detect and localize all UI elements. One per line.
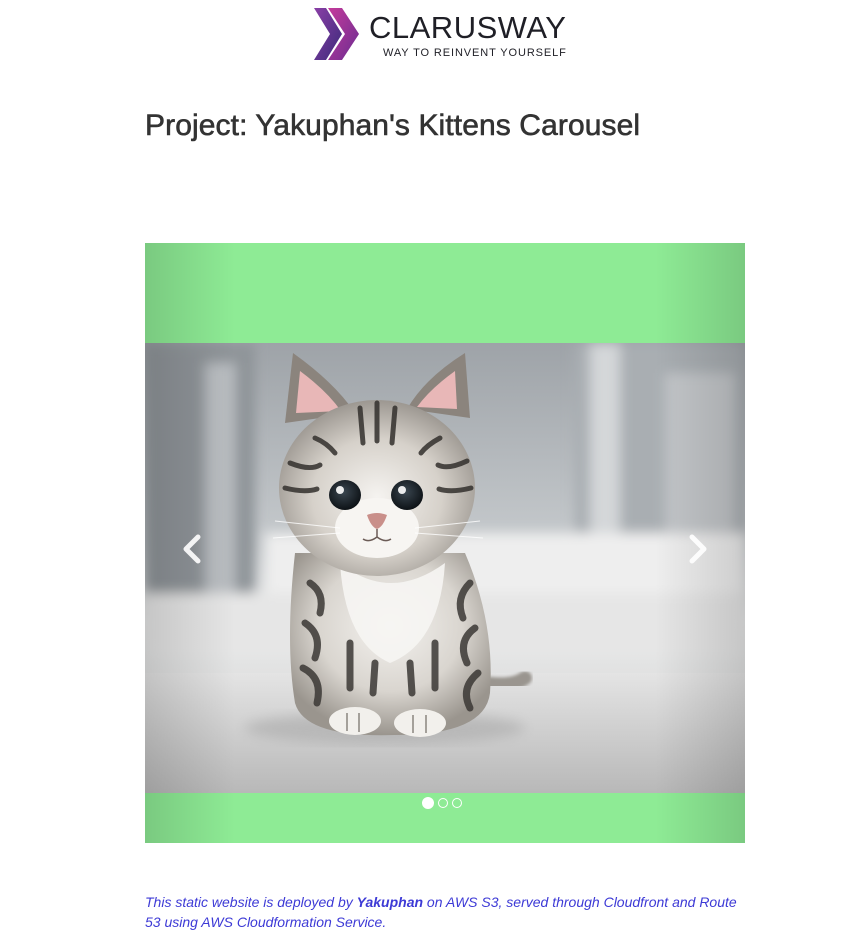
carousel-indicator-3[interactable] — [452, 798, 462, 808]
clarusway-chevron-logo-icon — [314, 8, 359, 60]
footer-prefix: This static website is deployed by — [145, 894, 357, 910]
page: CLARUSWAY WAY TO REINVENT YOURSELF Proje… — [0, 0, 864, 936]
footer-author: Yakuphan — [356, 894, 424, 910]
page-title: Project: Yakuphan's Kittens Carousel — [145, 109, 641, 143]
carousel-indicator-2[interactable] — [438, 798, 448, 808]
carousel-indicator-1[interactable] — [422, 797, 434, 809]
logo-wordmark: CLARUSWAY — [369, 10, 567, 45]
kittens-carousel — [145, 243, 745, 843]
logo-tagline: WAY TO REINVENT YOURSELF — [383, 47, 567, 59]
carousel-indicators — [422, 796, 462, 810]
chevron-left-icon — [183, 534, 201, 564]
deployment-footer-text: This static website is deployed by Yakup… — [145, 892, 750, 932]
chevron-right-icon — [689, 534, 707, 564]
carousel-prev-control[interactable] — [145, 243, 235, 843]
clarusway-logo[interactable]: CLARUSWAY WAY TO REINVENT YOURSELF — [314, 8, 584, 62]
carousel-next-control[interactable] — [655, 243, 745, 843]
